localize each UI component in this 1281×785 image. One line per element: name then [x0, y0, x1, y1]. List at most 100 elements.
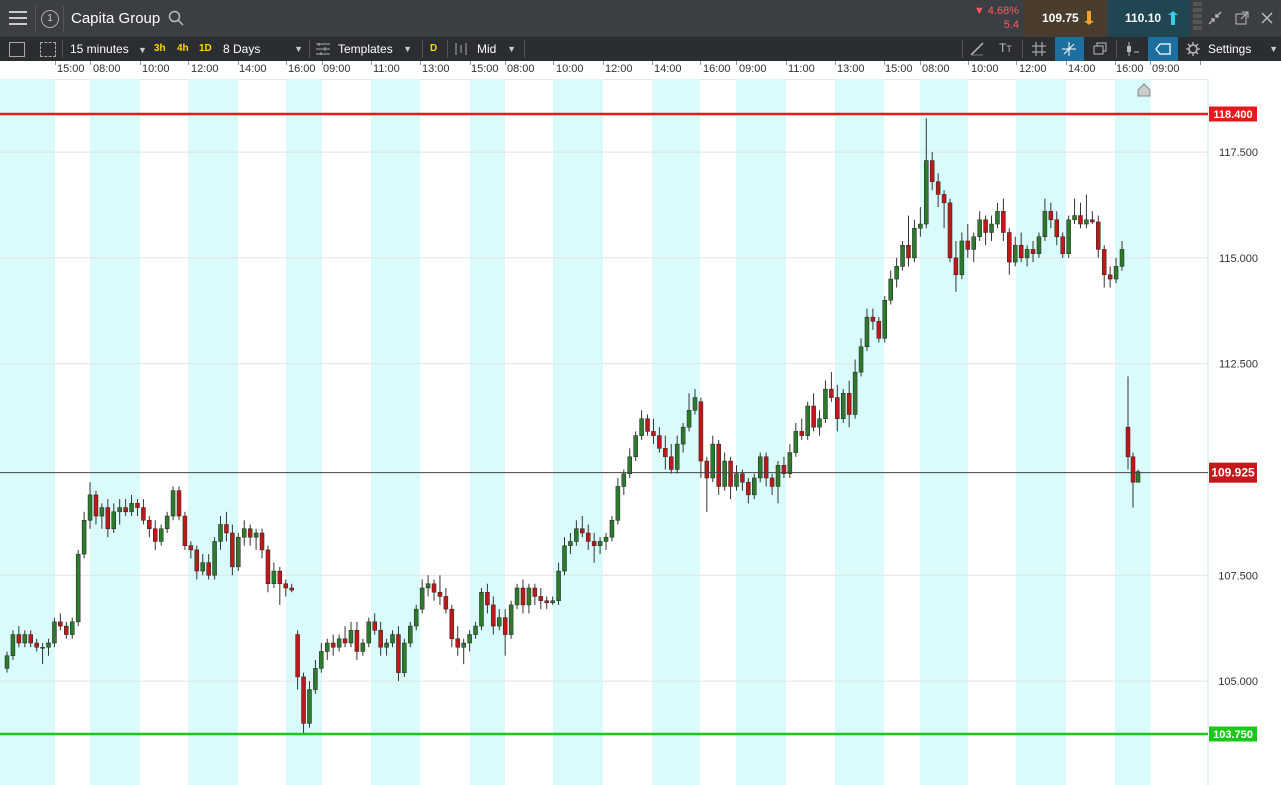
- range-1d-button[interactable]: 1D: [199, 37, 212, 61]
- range-3h-button[interactable]: 3h: [154, 37, 166, 61]
- collapse-icon[interactable]: [1208, 11, 1222, 30]
- search-icon[interactable]: [168, 10, 184, 26]
- candle-body: [864, 316, 870, 348]
- candle-body: [259, 532, 265, 551]
- candle-body: [615, 486, 621, 521]
- sell-button[interactable]: 109.75: [1024, 0, 1106, 37]
- candle-body: [965, 240, 971, 250]
- gear-icon[interactable]: [1186, 42, 1200, 59]
- candle-body: [69, 621, 75, 635]
- candle-body: [1012, 244, 1018, 263]
- divider: [447, 40, 448, 58]
- period-dropdown[interactable]: 8 Days ▼: [223, 37, 305, 61]
- price-level-label: 109.925: [1211, 466, 1255, 480]
- candle-body: [888, 278, 893, 301]
- popout-icon[interactable]: [1235, 11, 1249, 30]
- candle-body: [639, 418, 644, 436]
- price-chart[interactable]: 117.500 115.000 112.500 107.500 105.000 118.4…: [0, 79, 1281, 785]
- x-tick: [920, 61, 921, 65]
- candle-body: [87, 494, 93, 521]
- candle-body: [935, 181, 941, 195]
- candle-body: [206, 562, 211, 576]
- candle-body: [995, 211, 1000, 225]
- grid-icon[interactable]: [1032, 42, 1046, 59]
- x-tick-label: 16:00: [703, 63, 731, 75]
- candle-body: [330, 642, 336, 648]
- x-tick-label: 09:00: [739, 63, 767, 75]
- layout-icon[interactable]: [40, 42, 56, 57]
- y-tick-label: 105.000: [1218, 676, 1258, 688]
- candle-body: [526, 587, 532, 606]
- candle-body: [319, 651, 324, 669]
- candle-body: [1042, 211, 1048, 237]
- draw-line-icon[interactable]: [970, 42, 984, 59]
- divider: [63, 6, 64, 32]
- settings-dropdown[interactable]: Settings ▼: [1208, 37, 1278, 61]
- candle-body: [384, 642, 389, 648]
- x-tick: [505, 61, 506, 65]
- session-band: [470, 79, 505, 785]
- candle-body: [971, 236, 976, 250]
- candle-body: [603, 536, 609, 542]
- candle-body: [360, 642, 366, 652]
- x-tick: [835, 61, 836, 65]
- x-tick: [1066, 61, 1067, 65]
- d-button[interactable]: D: [430, 37, 437, 61]
- list-icon[interactable]: [9, 42, 25, 57]
- link-group-icon[interactable]: 1: [41, 10, 59, 28]
- session-band: [835, 79, 884, 785]
- candle-body: [277, 570, 283, 585]
- candle-body: [366, 621, 372, 644]
- candle-body: [491, 604, 496, 627]
- x-tick-label: 16:00: [288, 63, 316, 75]
- candle-body: [99, 507, 105, 517]
- close-icon[interactable]: [1260, 11, 1274, 30]
- candle-body: [289, 587, 294, 591]
- candle-body: [117, 507, 122, 513]
- buy-button[interactable]: 110.10: [1108, 0, 1190, 37]
- templates-dropdown[interactable]: Templates ▼: [338, 37, 418, 61]
- x-tick-label: 14:00: [1068, 63, 1096, 75]
- candle-body: [799, 431, 804, 436]
- candle-body: [75, 553, 81, 623]
- layers-icon[interactable]: [1093, 42, 1107, 59]
- candle-body: [514, 587, 520, 606]
- candle-body: [348, 630, 354, 644]
- candle-body: [265, 549, 271, 585]
- candle-body: [402, 642, 407, 673]
- candle-body: [520, 587, 526, 606]
- candle-body: [728, 460, 733, 487]
- candle-body: [1101, 249, 1107, 276]
- x-tick-label: 12:00: [605, 63, 633, 75]
- candle-body: [918, 223, 923, 229]
- candle-body: [663, 448, 668, 458]
- candle-style-icon[interactable]: [1125, 42, 1139, 59]
- price-type-dropdown[interactable]: Mid ▼: [477, 37, 519, 61]
- divider: [309, 40, 310, 58]
- candle-body: [989, 223, 994, 233]
- x-tick-label: 15:00: [885, 63, 913, 75]
- order-depth-strip: [1193, 2, 1202, 35]
- candle-body: [746, 481, 751, 496]
- text-tool-icon[interactable]: TT: [999, 41, 1012, 55]
- candle-body: [182, 515, 188, 546]
- candle-body: [164, 515, 170, 529]
- candle-body: [983, 219, 988, 233]
- range-4h-button[interactable]: 4h: [177, 37, 189, 61]
- price-label-button[interactable]: [1148, 37, 1178, 61]
- interval-dropdown[interactable]: 15 minutes ▼: [70, 37, 147, 61]
- session-band: [553, 79, 603, 785]
- candle-body: [1001, 211, 1006, 233]
- menu-icon[interactable]: [9, 11, 27, 25]
- candle-body: [591, 541, 597, 546]
- x-tick-label: 11:00: [788, 63, 815, 75]
- candle-body: [1030, 249, 1036, 254]
- candle-body: [64, 625, 69, 635]
- x-tick: [786, 61, 787, 65]
- instrument-name[interactable]: Capita Group: [71, 10, 160, 27]
- candle-body: [1024, 249, 1030, 259]
- divider: [1022, 40, 1023, 58]
- crosshair-button[interactable]: [1055, 37, 1084, 61]
- candle-body: [158, 528, 164, 542]
- price-change: ▼ 4.68% 5.4: [960, 0, 1022, 37]
